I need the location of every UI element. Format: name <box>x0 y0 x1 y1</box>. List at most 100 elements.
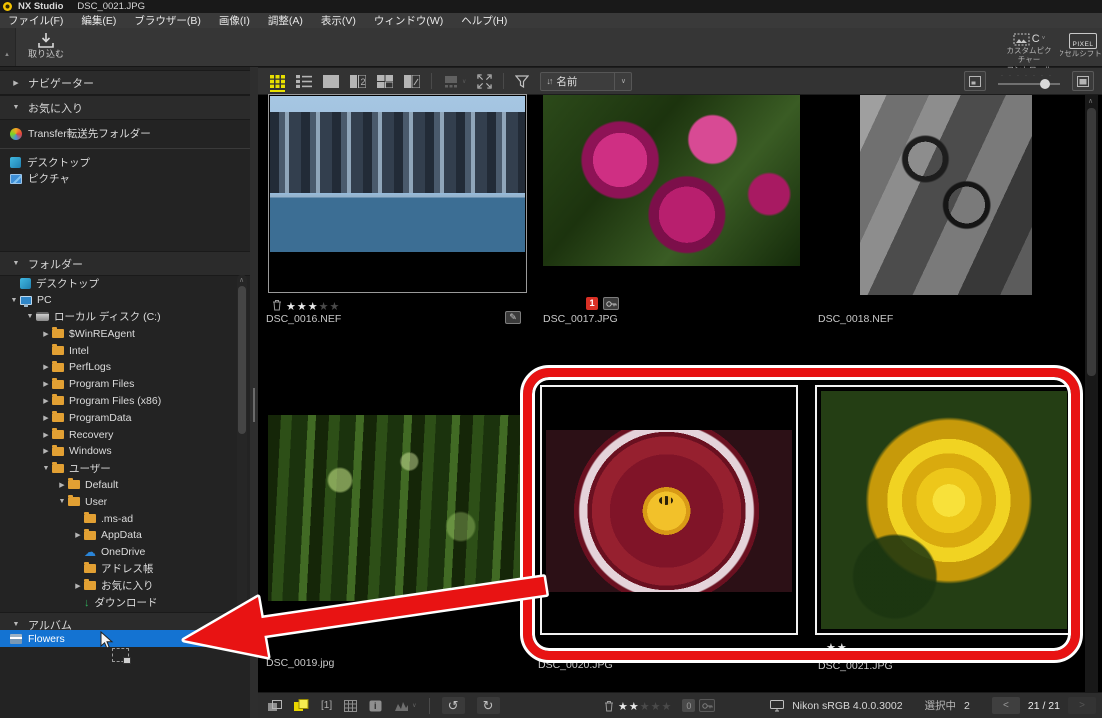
folder-tree-item[interactable]: ↓ダウンロード <box>0 594 236 611</box>
folder-tree-item[interactable]: ▶Recovery <box>0 426 236 443</box>
filter-button[interactable] <box>515 75 529 88</box>
expander-closed-icon[interactable]: ▶ <box>40 397 52 405</box>
folder-tree-item[interactable]: ▶お気に入り <box>0 577 236 594</box>
delete-marker-icon[interactable] <box>272 299 282 311</box>
star-icon[interactable]: ★ <box>308 301 319 313</box>
folder-tree-item[interactable]: ▶PerfLogs <box>0 359 236 376</box>
star-icon[interactable]: ★ <box>651 701 662 713</box>
expander-closed-icon[interactable]: ▶ <box>72 531 84 539</box>
favorite-desktop[interactable]: デスクトップ <box>0 154 250 171</box>
navigator-section-header[interactable]: ▶ナビゲーター <box>0 70 250 95</box>
slider-handle[interactable] <box>1040 79 1050 89</box>
star-icon[interactable]: ★ <box>297 301 308 313</box>
menu-item-6[interactable]: ウィンドウ(W) <box>374 13 443 28</box>
album-item-flowers[interactable]: Flowers <box>0 630 248 647</box>
expander-open-icon[interactable]: ▼ <box>8 297 20 304</box>
panel-splitter[interactable] <box>250 67 258 718</box>
grid-scroll-thumb[interactable] <box>1087 108 1096 376</box>
previous-image-button[interactable]: < <box>992 697 1020 714</box>
star-icon[interactable]: ★ <box>640 701 651 713</box>
menu-item-0[interactable]: ファイル(F) <box>8 13 63 28</box>
thumbnail-cell-dsc0018[interactable] <box>860 95 1032 295</box>
menu-item-7[interactable]: ヘルプ(H) <box>461 13 507 28</box>
expander-closed-icon[interactable]: ▶ <box>40 447 52 455</box>
folder-tree-item[interactable]: ▼ユーザー <box>0 460 236 477</box>
protected-key-icon[interactable] <box>603 297 619 310</box>
fullscreen-button[interactable] <box>477 74 492 89</box>
star-icon[interactable]: ★ <box>662 701 673 713</box>
slider-track[interactable] <box>998 83 1060 85</box>
folder-tree-item[interactable]: アドレス帳 <box>0 561 236 578</box>
toolbar-collapse-strip[interactable]: ▲ <box>0 28 16 66</box>
expander-open-icon[interactable]: ▼ <box>40 465 52 472</box>
sort-dropdown[interactable]: ↓↑ 名前 ∨ <box>540 72 632 91</box>
star-icon[interactable]: ★ <box>286 301 297 313</box>
menu-item-2[interactable]: ブラウザー(B) <box>134 13 201 28</box>
thumbnail-list-view-button[interactable] <box>296 75 312 88</box>
expander-closed-icon[interactable]: ▶ <box>40 431 52 439</box>
folder-tree-scroll-thumb[interactable] <box>238 286 246 434</box>
favorite-transfer-folder[interactable]: Transfer転送先フォルダー <box>0 125 250 142</box>
folder-tree-item[interactable]: デスクトップ <box>0 275 236 292</box>
folder-tree-item[interactable]: ▶$WinREAgent <box>0 325 236 342</box>
folder-tree-item[interactable]: ▼ローカル ディスク (C:) <box>0 309 236 326</box>
expander-closed-icon[interactable]: ▶ <box>72 582 84 590</box>
menu-item-5[interactable]: 表示(V) <box>321 13 356 28</box>
thumbnail-size-slider[interactable]: ······· <box>997 74 1061 89</box>
menu-item-3[interactable]: 画像(I) <box>219 13 250 28</box>
folder-tree-item[interactable]: ▶AppData <box>0 527 236 544</box>
folder-tree-item[interactable]: ▶Windows <box>0 443 236 460</box>
expander-closed-icon[interactable]: ▶ <box>40 363 52 371</box>
star-icon[interactable]: ★ <box>319 301 330 313</box>
folder-tree-item[interactable]: ▶Default <box>0 477 236 494</box>
histogram-icon[interactable]: ∨ <box>394 700 416 712</box>
folders-section-header[interactable]: ▼フォルダー <box>0 251 250 276</box>
import-button[interactable]: 取り込む <box>24 32 68 59</box>
info-icon[interactable]: i <box>369 700 382 712</box>
folder-tree-item[interactable]: ▶Program Files <box>0 376 236 393</box>
folder-tree-item[interactable]: ▼PC <box>0 292 236 309</box>
menu-item-1[interactable]: 編集(E) <box>81 13 116 28</box>
thumbnail-cell-dsc0016[interactable] <box>268 94 527 293</box>
pixel-shift-button[interactable]: PIXEL ピクセルシフト合成 <box>1060 33 1102 58</box>
thumbnail-cell-dsc0019[interactable] <box>268 415 525 601</box>
folder-tree-item[interactable]: Intel <box>0 342 236 359</box>
color-label-zero-icon[interactable]: 0 <box>682 699 695 712</box>
thumbnail-cell-dsc0017[interactable] <box>543 95 800 266</box>
compare-stack-icon[interactable] <box>268 700 282 712</box>
rating-stars[interactable]: ★★★★★ <box>618 697 672 715</box>
folder-tree-item[interactable]: ☁OneDrive <box>0 544 236 561</box>
thumbnail-grid-view-button[interactable] <box>270 75 285 92</box>
star-icon[interactable]: ★ <box>618 701 629 713</box>
expander-open-icon[interactable]: ▼ <box>56 498 68 505</box>
expander-closed-icon[interactable]: ▶ <box>40 414 52 422</box>
folder-tree-scrollbar[interactable]: ∧ ∨ <box>237 275 247 613</box>
thumbnail-size-large-button[interactable] <box>1072 71 1094 91</box>
rotate-right-button[interactable]: ↻ <box>477 697 500 714</box>
delete-marker-icon[interactable] <box>604 700 614 712</box>
grid-overlay-icon[interactable] <box>344 700 357 712</box>
image-with-adjustments-view-button[interactable] <box>404 75 420 88</box>
expander-closed-icon[interactable]: ▶ <box>40 380 52 388</box>
folder-tree-item[interactable]: ▶Program Files (x86) <box>0 393 236 410</box>
expander-open-icon[interactable]: ▼ <box>24 313 36 320</box>
star-icon[interactable]: ★ <box>330 301 341 313</box>
favorite-pictures[interactable]: ピクチャ <box>0 170 250 187</box>
rotate-left-button[interactable]: ↺ <box>442 697 465 714</box>
next-image-button[interactable]: > <box>1068 697 1096 714</box>
expander-closed-icon[interactable]: ▶ <box>40 330 52 338</box>
folder-tree-item[interactable]: ▶ProgramData <box>0 409 236 426</box>
grid-scrollbar[interactable]: ∧ <box>1085 95 1098 692</box>
protect-key-icon[interactable] <box>699 699 715 712</box>
compare-2-view-button[interactable]: 2 <box>350 75 366 88</box>
folder-tree-item[interactable]: ▼User <box>0 493 236 510</box>
favorites-section-header[interactable]: ▼お気に入り <box>0 95 250 120</box>
menu-item-4[interactable]: 調整(A) <box>268 13 303 28</box>
frame-number-icon[interactable]: [1] <box>321 700 332 711</box>
copy-adjustments-icon[interactable] <box>294 699 309 712</box>
star-icon[interactable]: ★ <box>629 701 640 713</box>
filmstrip-position-button[interactable]: ∨ <box>443 75 466 88</box>
color-label-badge[interactable]: 1 <box>586 297 598 310</box>
folder-tree-item[interactable]: .ms-ad <box>0 510 236 527</box>
expander-closed-icon[interactable]: ▶ <box>56 481 68 489</box>
